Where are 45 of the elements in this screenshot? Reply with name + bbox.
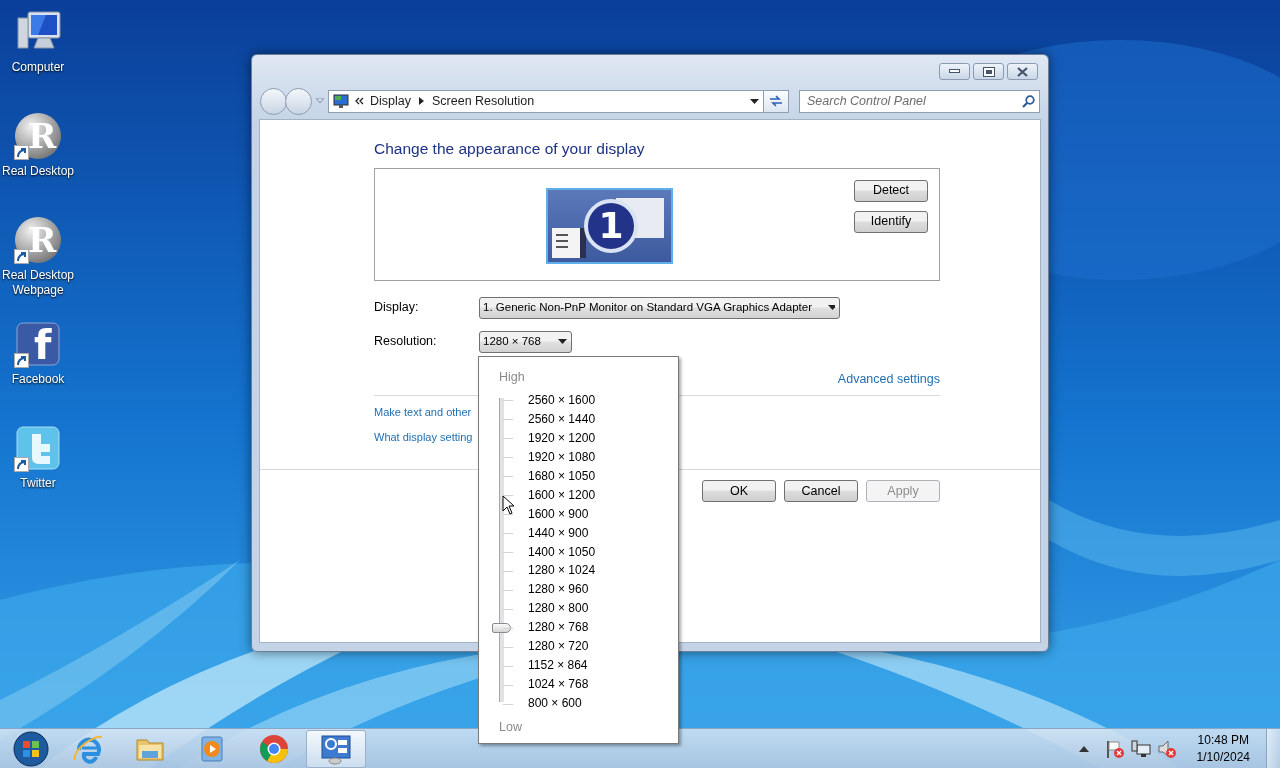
resolution-option[interactable]: 1920 × 1080 bbox=[528, 447, 596, 467]
icon-label: Facebook bbox=[11, 372, 65, 387]
page-heading: Change the appearance of your display bbox=[374, 140, 646, 159]
display-number: 1 bbox=[584, 198, 638, 253]
search-field[interactable]: Search Control Panel bbox=[799, 89, 1040, 113]
icon-label: Twitter bbox=[20, 476, 56, 491]
panel-button[interactable]: Identify bbox=[854, 210, 928, 233]
desktop-icon[interactable]: f bbox=[14, 320, 62, 368]
monitor-preview[interactable]: 1 bbox=[546, 187, 673, 264]
field-label: Resolution: bbox=[374, 333, 438, 351]
display-select[interactable]: 1. Generic Non-PnP Monitor on Standard VGA Graphics Adapter bbox=[479, 296, 840, 319]
resolution-option[interactable]: 1680 × 1050 bbox=[528, 466, 596, 486]
resolution-option[interactable]: 800 × 600 bbox=[528, 694, 596, 713]
resolution-option[interactable]: 1600 × 900 bbox=[528, 504, 596, 524]
clock[interactable]: 10:48 PM 1/10/2024 bbox=[1182, 731, 1260, 766]
icon-label: Real Desktop bbox=[1, 164, 74, 179]
resolution-option[interactable]: 1280 × 720 bbox=[528, 637, 596, 657]
resolution-select[interactable]: 1280 × 768 bbox=[479, 330, 572, 353]
help-link[interactable]: What display setting bbox=[374, 428, 473, 446]
breadcrumb-item[interactable]: Display bbox=[370, 91, 411, 111]
resolution-option[interactable]: 1024 × 768 bbox=[528, 675, 596, 694]
resolution-option[interactable]: 1280 × 800 bbox=[528, 599, 596, 619]
search-input[interactable]: Search Control Panel bbox=[807, 90, 1022, 112]
help-link[interactable]: Make text and other bbox=[374, 404, 472, 421]
resolution-option[interactable]: 1280 × 960 bbox=[528, 580, 596, 600]
resolution-option[interactable]: 1440 × 900 bbox=[528, 523, 596, 543]
field-label: Display: bbox=[374, 299, 420, 317]
address-bar[interactable]: Display Screen Resolution bbox=[328, 89, 764, 113]
resolution-option[interactable]: 2560 × 1440 bbox=[528, 409, 596, 429]
resolution-option[interactable]: 1920 × 1200 bbox=[528, 428, 596, 448]
icon-label: Computer bbox=[11, 60, 65, 75]
dialog-button[interactable]: Cancel bbox=[784, 480, 858, 503]
resolution-option[interactable]: 1600 × 1200 bbox=[528, 485, 596, 505]
resolution-option[interactable]: 1400 × 1050 bbox=[528, 542, 596, 562]
dialog-button[interactable]: OK bbox=[702, 480, 776, 503]
slider-label: Low bbox=[499, 719, 522, 736]
resolution-option[interactable]: 1280 × 768 bbox=[528, 618, 596, 638]
slider-label: High bbox=[499, 369, 525, 386]
resolution-option[interactable]: 1152 × 864 bbox=[528, 656, 596, 676]
advanced-settings-link[interactable]: Advanced settings bbox=[837, 369, 940, 389]
resolution-option[interactable]: 1280 × 1024 bbox=[528, 561, 596, 581]
resolution-option[interactable]: 2560 × 1600 bbox=[528, 391, 596, 410]
breadcrumb-item[interactable]: Screen Resolution bbox=[432, 91, 535, 111]
panel-button[interactable]: Detect bbox=[854, 179, 928, 202]
icon-label: Real Desktop Webpage bbox=[1, 268, 75, 298]
